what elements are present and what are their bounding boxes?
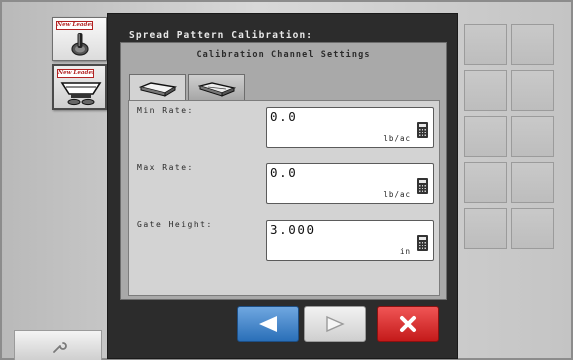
empty-slot[interactable] [511,208,554,249]
gate-height-unit: in [399,247,411,256]
toggle-switch-icon [71,33,89,56]
gate-height-value: 3.000 [270,222,316,237]
spinner-disc-icon [139,82,177,97]
max-rate-label: Max Rate: [137,163,194,172]
calculator-icon[interactable] [417,122,428,138]
wrench-icon [53,342,67,353]
app-button-switch[interactable]: New Leader [52,17,107,61]
tools-button[interactable] [14,330,102,360]
empty-slot[interactable] [511,116,554,157]
empty-slot[interactable] [511,162,554,203]
next-button[interactable] [304,306,366,342]
new-leader-logo: New Leader [56,21,93,30]
min-rate-label: Min Rate: [137,106,194,115]
empty-slot[interactable] [511,24,554,65]
calculator-icon[interactable] [417,235,428,251]
min-rate-field[interactable]: 0.0 lb/ac [266,107,434,148]
arrow-left-icon [259,316,277,332]
min-rate-value: 0.0 [270,109,298,124]
empty-slot[interactable] [464,162,507,203]
empty-slot[interactable] [464,116,507,157]
max-rate-value: 0.0 [270,165,298,180]
empty-slot[interactable] [464,70,507,111]
max-rate-unit: lb/ac [383,190,411,199]
app-button-spreader[interactable]: New Leader [52,64,107,110]
max-rate-field[interactable]: 0.0 lb/ac [266,163,434,204]
gate-height-field[interactable]: 3.000 in [266,220,434,261]
tab-channel-1[interactable] [129,74,186,102]
calculator-icon[interactable] [417,178,428,194]
close-x-icon [400,316,416,332]
back-button[interactable] [237,306,299,342]
cancel-button[interactable] [377,306,439,342]
page-title: Spread Pattern Calibration: [129,30,314,41]
dialog-subtitle: Calibration Channel Settings [196,50,371,60]
spreader-hopper-icon [60,82,102,106]
new-leader-logo: New Leader [57,69,94,78]
spinner-disc-alt-icon [198,82,236,97]
tab-channel-2[interactable] [188,74,245,101]
empty-slot[interactable] [511,70,554,111]
empty-slot[interactable] [464,24,507,65]
empty-slot[interactable] [464,208,507,249]
min-rate-unit: lb/ac [383,134,411,143]
gate-height-label: Gate Height: [137,220,213,229]
arrow-right-icon [326,315,345,333]
